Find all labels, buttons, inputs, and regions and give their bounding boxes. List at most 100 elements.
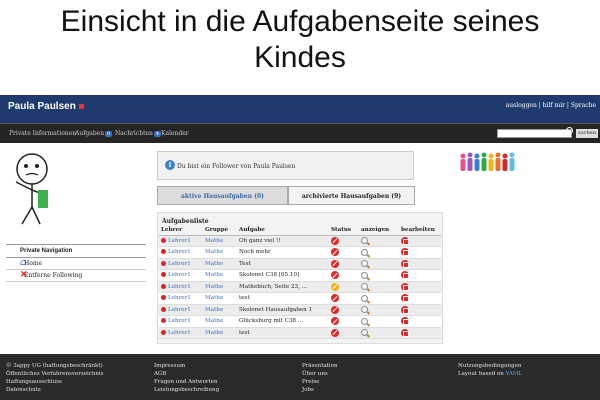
view-icon[interactable] bbox=[361, 317, 368, 325]
tab-active-homework[interactable]: aktive Hausaufgaben (0) bbox=[157, 186, 288, 205]
teacher-link[interactable]: Lehrer1 bbox=[168, 318, 191, 324]
search-input[interactable] bbox=[497, 129, 572, 138]
footer-link[interactable]: Haftungsausschluss bbox=[6, 378, 104, 386]
teacher-status-dot bbox=[161, 306, 166, 312]
footer-col-3: Präsentation Über uns Preise Jobs bbox=[302, 362, 338, 394]
nav-item-messages[interactable]: Nachrichten 4 bbox=[115, 130, 162, 137]
group-link[interactable]: Mathe bbox=[205, 318, 223, 324]
teacher-status-dot bbox=[161, 329, 166, 335]
teacher-link[interactable]: Lehrer1 bbox=[168, 307, 191, 313]
delete-icon[interactable] bbox=[401, 236, 409, 245]
cell-status bbox=[329, 327, 359, 339]
tab-archived-homework[interactable]: archivierte Hausaufgaben (9) bbox=[288, 186, 415, 205]
group-link[interactable]: Mathe bbox=[205, 238, 223, 244]
stick-figure-avatar bbox=[15, 153, 49, 225]
delete-icon[interactable] bbox=[401, 282, 409, 291]
view-icon[interactable] bbox=[361, 294, 368, 302]
group-link[interactable]: Mathe bbox=[205, 284, 223, 290]
footer-link[interactable]: Impressum bbox=[154, 362, 219, 370]
group-link[interactable]: Mathe bbox=[205, 295, 223, 301]
teacher-link[interactable]: Lehrer1 bbox=[168, 238, 191, 244]
header-links: ausloggen | hilf mir | Sprache bbox=[505, 102, 596, 109]
footer: © 3appy UG (haftungsbeschränkt) Öffentli… bbox=[0, 354, 600, 400]
group-link[interactable]: Mathe bbox=[205, 249, 223, 255]
footer-link[interactable]: Datenschutz bbox=[6, 386, 104, 394]
cell-task: Test bbox=[237, 258, 329, 270]
view-icon[interactable] bbox=[361, 283, 368, 291]
footer-link[interactable]: Präsentation bbox=[302, 362, 338, 370]
cell-edit bbox=[399, 281, 441, 293]
teacher-link[interactable]: Lehrer1 bbox=[168, 261, 191, 267]
yaml-link[interactable]: YAML bbox=[506, 371, 522, 377]
group-link[interactable]: Mathe bbox=[205, 307, 223, 313]
sidebar-item-label: Entferne Following bbox=[24, 272, 83, 279]
sidebar-item-remove-following[interactable]: ✕ Entferne Following bbox=[6, 270, 146, 282]
teacher-link[interactable]: Lehrer1 bbox=[168, 284, 191, 290]
delete-icon[interactable] bbox=[401, 294, 409, 303]
help-link[interactable]: hilf mir bbox=[543, 102, 565, 109]
delete-icon[interactable] bbox=[401, 248, 409, 257]
delete-icon[interactable] bbox=[401, 305, 409, 314]
task-list-title: Aufgabenliste bbox=[162, 218, 209, 225]
view-icon[interactable] bbox=[361, 248, 368, 256]
cell-task: test bbox=[237, 327, 329, 339]
cell-edit bbox=[399, 269, 441, 282]
user-name[interactable]: Paula Paulsen bbox=[8, 101, 84, 112]
info-icon: i bbox=[165, 160, 175, 170]
footer-link[interactable]: Öffentliches Verfahrensverzeichnis bbox=[6, 370, 104, 378]
delete-icon[interactable] bbox=[401, 271, 409, 280]
private-navigation: Private Navigation ⌂ Home ✕ Entferne Fol… bbox=[6, 244, 146, 282]
footer-link[interactable]: Über uns bbox=[302, 370, 338, 378]
delete-icon[interactable] bbox=[401, 259, 409, 268]
cell-task: Glücksburg mit C38 ... bbox=[237, 315, 329, 328]
teacher-link[interactable]: Lehrer1 bbox=[168, 330, 191, 336]
cell-show bbox=[359, 269, 399, 282]
teacher-link[interactable]: Lehrer1 bbox=[168, 295, 191, 301]
footer-link[interactable]: Jobs bbox=[302, 386, 338, 394]
user-menu-icon[interactable] bbox=[78, 103, 84, 109]
teacher-status-dot bbox=[161, 295, 166, 301]
nav-item-tasks[interactable]: Aufgaben 0 bbox=[75, 130, 113, 137]
view-icon[interactable] bbox=[361, 237, 368, 245]
cell-edit bbox=[399, 258, 441, 270]
footer-link[interactable]: Fragen und Antworten bbox=[154, 378, 219, 386]
group-link[interactable]: Mathe bbox=[205, 272, 223, 278]
table-row: Lehrer1 Mathe Oh ganz viel !! bbox=[159, 235, 441, 247]
logout-link[interactable]: ausloggen bbox=[506, 102, 537, 109]
footer-link[interactable]: Nutzungsbedingungen bbox=[458, 362, 522, 370]
delete-icon[interactable] bbox=[401, 328, 409, 337]
footer-link[interactable]: Preise bbox=[302, 378, 338, 386]
group-link[interactable]: Mathe bbox=[205, 330, 223, 336]
teacher-link[interactable]: Lehrer1 bbox=[168, 249, 191, 255]
view-icon[interactable] bbox=[361, 271, 368, 279]
footer-link[interactable]: Leistungsbeschreibung bbox=[154, 386, 219, 394]
cell-show bbox=[359, 258, 399, 270]
search-button[interactable]: suchen bbox=[576, 129, 598, 138]
view-icon[interactable] bbox=[361, 306, 368, 314]
main-nav: Private Informationen Aufgaben 0 Nachrich… bbox=[0, 123, 600, 143]
teacher-status-dot bbox=[161, 272, 166, 278]
cell-teacher: Lehrer1 bbox=[159, 235, 203, 247]
teacher-link[interactable]: Lehrer1 bbox=[168, 272, 191, 278]
nav-item-calendar[interactable]: Kalender bbox=[161, 130, 189, 137]
cell-show bbox=[359, 246, 399, 259]
view-icon[interactable] bbox=[361, 329, 368, 337]
col-header-status: Status bbox=[329, 226, 359, 236]
language-link[interactable]: Sprache bbox=[571, 102, 596, 109]
view-icon[interactable] bbox=[361, 260, 368, 268]
cell-group: Mathe bbox=[203, 327, 237, 339]
status-icon bbox=[331, 271, 339, 280]
cell-group: Mathe bbox=[203, 235, 237, 247]
cell-status bbox=[329, 292, 359, 305]
cell-teacher: Lehrer1 bbox=[159, 258, 203, 270]
nav-item-private-info[interactable]: Private Informationen bbox=[9, 130, 76, 137]
cell-edit bbox=[399, 246, 441, 259]
table-row: Lehrer1 Mathe Glücksburg mit C38 ... bbox=[159, 315, 441, 328]
follower-info-box: i Du bist ein Follower von Paula Paulsen bbox=[157, 151, 414, 180]
group-link[interactable]: Mathe bbox=[205, 261, 223, 267]
cell-edit bbox=[399, 315, 441, 328]
delete-icon[interactable] bbox=[401, 317, 409, 326]
footer-link[interactable]: AGB bbox=[154, 370, 219, 378]
table-row: Lehrer1 Mathe test bbox=[159, 292, 441, 305]
sidebar-item-home[interactable]: ⌂ Home bbox=[6, 258, 146, 270]
